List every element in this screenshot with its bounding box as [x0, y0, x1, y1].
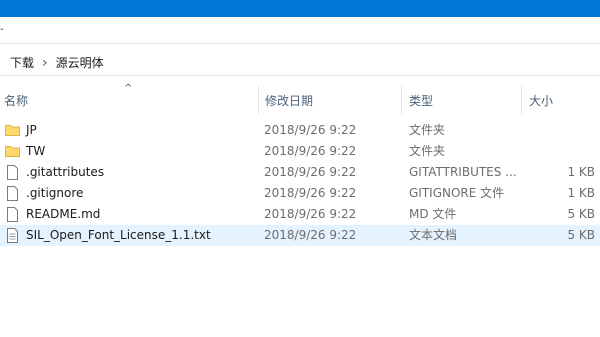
column-divider[interactable] [258, 86, 259, 114]
column-header-name-label: 名称 [4, 93, 29, 108]
folder-icon [5, 146, 20, 157]
file-name: README.md [26, 207, 101, 221]
file-row[interactable]: .gitattributes 2018/9/26 9:22 GITATTRIBU… [0, 162, 600, 183]
file-row[interactable]: TW 2018/9/26 9:22 文件夹 [0, 141, 600, 162]
file-type: 文件夹 [409, 144, 446, 158]
column-header-name[interactable]: 名称 [0, 86, 258, 114]
breadcrumb: 下载 › 源云明体 [0, 50, 600, 76]
title-bar [0, 0, 600, 17]
file-date: 2018/9/26 9:22 [264, 186, 357, 200]
file-type: GITATTRIBUTES ... [409, 165, 517, 179]
column-header-size-label: 大小 [529, 93, 554, 108]
file-size: 5 KB [567, 228, 595, 242]
file-name: JP [26, 123, 37, 137]
file-date: 2018/9/26 9:22 [264, 165, 357, 179]
column-header-size[interactable]: 大小 [525, 86, 600, 114]
file-list: JP 2018/9/26 9:22 文件夹 TW 2018/9/26 9:22 … [0, 120, 600, 246]
file-name: .gitattributes [26, 165, 105, 179]
column-divider[interactable] [401, 86, 402, 114]
file-row[interactable]: SIL_Open_Font_License_1.1.txt 2018/9/26 … [0, 225, 600, 246]
file-icon [7, 207, 18, 222]
file-date: 2018/9/26 9:22 [264, 144, 357, 158]
file-row[interactable]: JP 2018/9/26 9:22 文件夹 [0, 120, 600, 141]
folder-icon [5, 125, 20, 136]
column-header-date[interactable]: 修改日期 [261, 86, 401, 114]
file-name: .gitignore [26, 186, 84, 200]
file-date: 2018/9/26 9:22 [264, 228, 357, 242]
file-date: 2018/9/26 9:22 [264, 123, 357, 137]
file-size: 1 KB [567, 186, 595, 200]
file-icon [7, 186, 18, 201]
file-row[interactable]: .gitignore 2018/9/26 9:22 GITIGNORE 文件 1… [0, 183, 600, 204]
file-size: 1 KB [567, 165, 595, 179]
breadcrumb-item-current-folder[interactable]: 源云明体 [56, 54, 104, 71]
file-name: SIL_Open_Font_License_1.1.txt [26, 228, 211, 242]
ribbon-strip: ‐ [0, 17, 600, 44]
file-type: GITIGNORE 文件 [409, 186, 505, 200]
file-size: 5 KB [567, 207, 595, 221]
column-divider[interactable] [521, 86, 522, 114]
column-header-date-label: 修改日期 [265, 93, 314, 108]
file-icon [7, 165, 18, 180]
file-type: 文件夹 [409, 123, 446, 137]
ribbon-edge-mark: ‐ [0, 24, 4, 35]
file-type: 文本文档 [409, 228, 458, 242]
column-header-type-label: 类型 [409, 93, 434, 108]
column-header-type[interactable]: 类型 [405, 86, 521, 114]
file-row[interactable]: README.md 2018/9/26 9:22 MD 文件 5 KB [0, 204, 600, 225]
text-file-icon [7, 228, 18, 243]
file-date: 2018/9/26 9:22 [264, 207, 357, 221]
file-name: TW [26, 144, 46, 158]
breadcrumb-item-downloads[interactable]: 下载 [10, 54, 34, 71]
breadcrumb-separator-icon[interactable]: › [42, 56, 48, 70]
file-type: MD 文件 [409, 207, 457, 221]
